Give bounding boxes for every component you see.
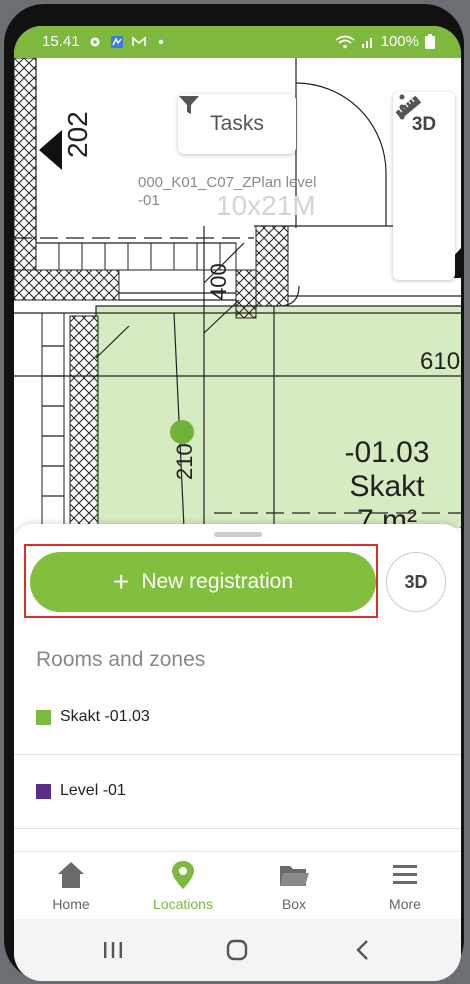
section-marker-left [39,130,62,170]
status-time: 15.41 [42,33,80,50]
more-vertical-icon[interactable] [393,92,411,122]
nav-home-label: Home [52,896,90,912]
sheet-drag-handle[interactable] [214,532,262,537]
nav-box-label: Box [281,896,307,912]
dimension-610: 610 [420,348,461,375]
nav-box[interactable]: Box [249,860,339,912]
back-icon[interactable] [348,935,378,965]
gear-icon [90,37,100,46]
highlight-box [24,544,378,618]
zone-label: Level -01 [60,782,126,799]
screen: 15.41 100% 000_K01_C07_ZPlan level -01 1… [14,26,461,981]
bottom-sheet: + New registration 3D Rooms and zones Sk… [14,524,461,854]
nav-locations[interactable]: Locations [138,860,228,912]
zone-row-level[interactable]: Level -01 [14,754,461,829]
folder-icon [280,866,309,886]
filter-icon [179,96,199,114]
app-notification-icon [110,35,123,48]
room-name: Skakt [349,470,425,503]
status-right: 100% [335,33,435,50]
location-dot [170,420,194,444]
zone-row-skakt[interactable]: Skakt -01.03 [14,680,461,755]
location-pin-icon [172,861,194,889]
dot-icon [158,39,163,44]
wifi-icon [335,35,355,48]
nav-home[interactable]: Home [26,860,116,912]
zone-color-swatch [36,784,51,799]
recent-apps-icon[interactable] [98,935,128,965]
home-button-icon[interactable] [222,935,252,965]
menu-icon [393,865,417,884]
dimension-400: 400 [206,263,231,300]
status-left: 15.41 [42,33,168,50]
battery-icon [425,34,435,49]
nav-more-label: More [389,896,421,912]
zone-label: Skakt -01.03 [60,708,150,725]
dimension-210: 210 [172,443,197,480]
nav-more[interactable]: More [360,860,450,912]
rooms-zones-title: Rooms and zones [36,648,206,671]
dimension-202: 202 [62,111,93,158]
tasks-label: Tasks [210,112,264,135]
signal-icon [361,37,372,48]
status-bar: 15.41 100% [14,26,461,58]
nav-locations-label: Locations [153,896,213,912]
home-icon [58,862,84,888]
tasks-filter-button[interactable]: Tasks [178,94,296,154]
plan-size-label: 10x21M [216,190,316,221]
system-navigation-bar [14,919,461,981]
phone-frame: 15.41 100% 000_K01_C07_ZPlan level -01 1… [4,4,464,981]
bottom-navigation: Home Locations Box More [14,851,461,920]
battery-percent: 100% [380,33,419,50]
room-label[interactable]: -01.03 Skakt 7 m² [332,436,442,528]
mail-icon [131,35,146,46]
room-number: -01.03 [344,436,430,469]
floor-plan-map[interactable]: 000_K01_C07_ZPlan level -01 10x21M 202 4… [14,58,461,528]
map-tools-panel: 3D [393,92,455,280]
sheet-3d-button[interactable]: 3D [386,552,446,612]
zone-color-swatch [36,710,51,725]
